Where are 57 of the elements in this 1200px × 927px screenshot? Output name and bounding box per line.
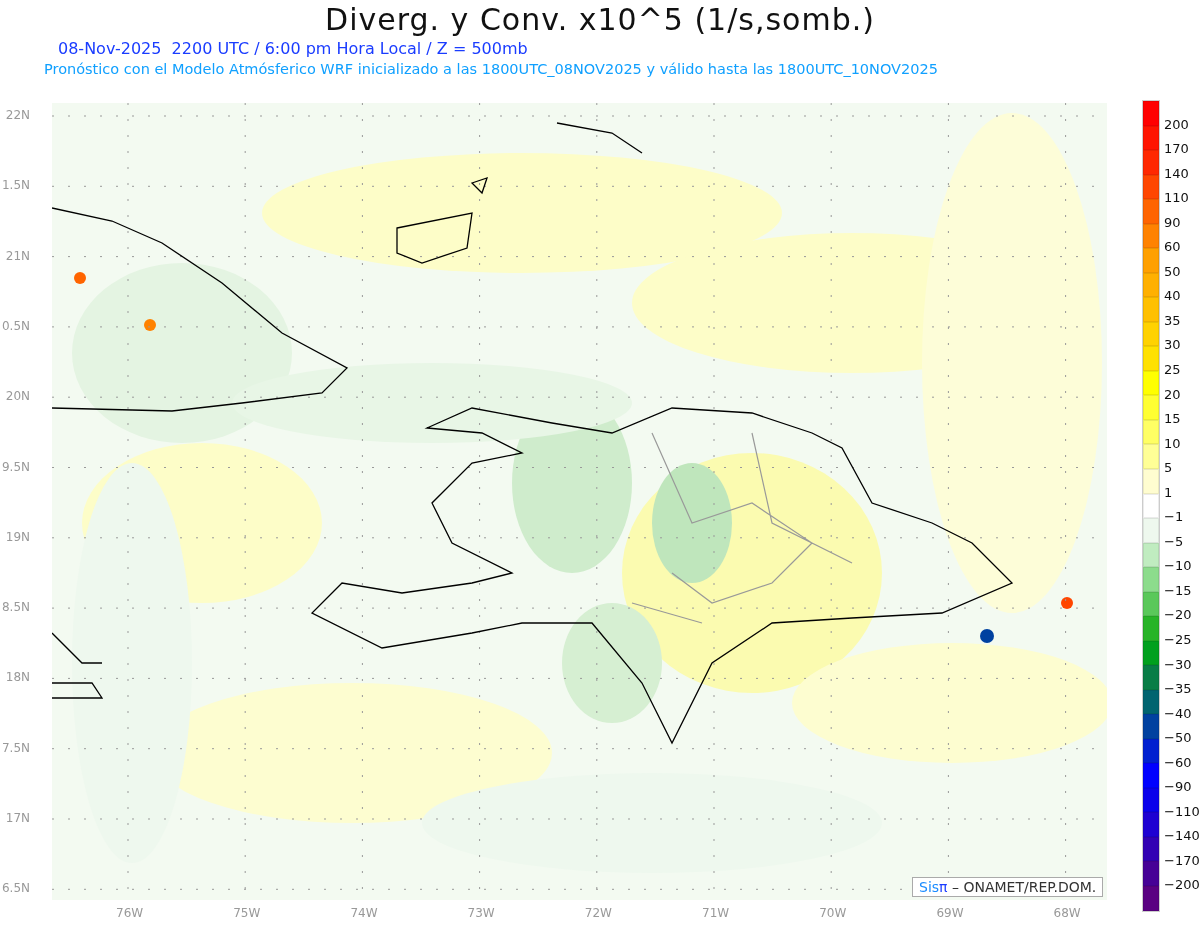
color-scale-label: −30 [1164,656,1192,672]
color-scale-label: 15 [1164,411,1181,427]
color-scale-label: −40 [1164,705,1192,721]
color-scale-label: 30 [1164,337,1181,353]
latitude-label: 19N [5,529,30,544]
color-scale-label: 10 [1164,435,1181,451]
longitude-label: 72W [584,906,612,920]
latitude-label: 7.5N [1,740,30,755]
color-scale-label: −200 [1164,877,1200,893]
color-scale-label: 90 [1164,214,1181,230]
color-scale-label: 1 [1164,484,1173,500]
latitude-label: 20N [5,389,30,404]
latitude-label: 8.5N [1,600,30,615]
color-scale-label: 35 [1164,312,1181,328]
color-scale-label: 110 [1164,190,1189,206]
color-scale-label: −50 [1164,730,1192,746]
color-scale-label: −90 [1164,779,1192,795]
latitude-label: 17N [5,811,30,825]
color-scale-label: 140 [1164,165,1189,181]
color-scale-label: −25 [1164,632,1192,647]
forecast-description: Pronóstico con el Modelo Atmósferico WRF inicializado a las 1800UTC_08NOV2025 y válido hasta las 1800UTC_10NOV2025 [44,61,939,77]
color-scale-label: −1 [1164,509,1184,525]
color-scale-label: 200 [1164,116,1189,132]
color-scale-label: 50 [1164,263,1181,279]
color-scale-label: −140 [1164,828,1200,844]
longitude-label: 68W [1053,906,1081,920]
color-scale-label: −60 [1164,754,1192,770]
color-scale-label: −20 [1164,607,1192,623]
latitude-label: 0.5N [1,318,30,333]
longitude-label: 70W [819,906,847,920]
color-scale-label: −15 [1164,582,1192,598]
longitude-label: 71W [702,906,730,920]
latitude-label: 18N [5,670,30,685]
longitude-label: 69W [936,906,964,920]
color-scale-label: −170 [1164,852,1200,868]
color-scale-label: 5 [1164,460,1173,476]
color-scale-label: 170 [1164,141,1189,157]
longitude-label: 74W [350,906,378,920]
longitude-label: 76W [116,906,144,920]
color-scale-label: 25 [1164,362,1181,377]
longitude-label: 75W [233,906,261,920]
chart-subtitle: 08-Nov-2025 2200 UTC / 6:00 pm Hora Local / Z = 500mb [58,39,529,58]
latitude-label: 6.5N [1,881,30,896]
color-scale-label: −35 [1164,681,1192,697]
color-scale-label: −110 [1164,803,1200,819]
chart-title: Diverg. y Conv. x10^5 (1/s,somb.) [324,2,876,37]
color-scale-label: 60 [1164,239,1181,255]
color-scale-label: 20 [1164,386,1181,402]
credit-label: Sisπ – ONAMET/REP.DOM. [912,877,1104,897]
color-scale-label: −10 [1164,558,1192,574]
color-scale-label: −5 [1164,533,1184,549]
latitude-label: 1.5N [1,178,30,193]
longitude-label: 73W [467,906,495,920]
latitude-label: 21N [5,248,30,263]
color-scale-label: 40 [1164,288,1181,304]
latitude-label: 22N [5,108,30,122]
latitude-label: 9.5N [1,459,30,474]
